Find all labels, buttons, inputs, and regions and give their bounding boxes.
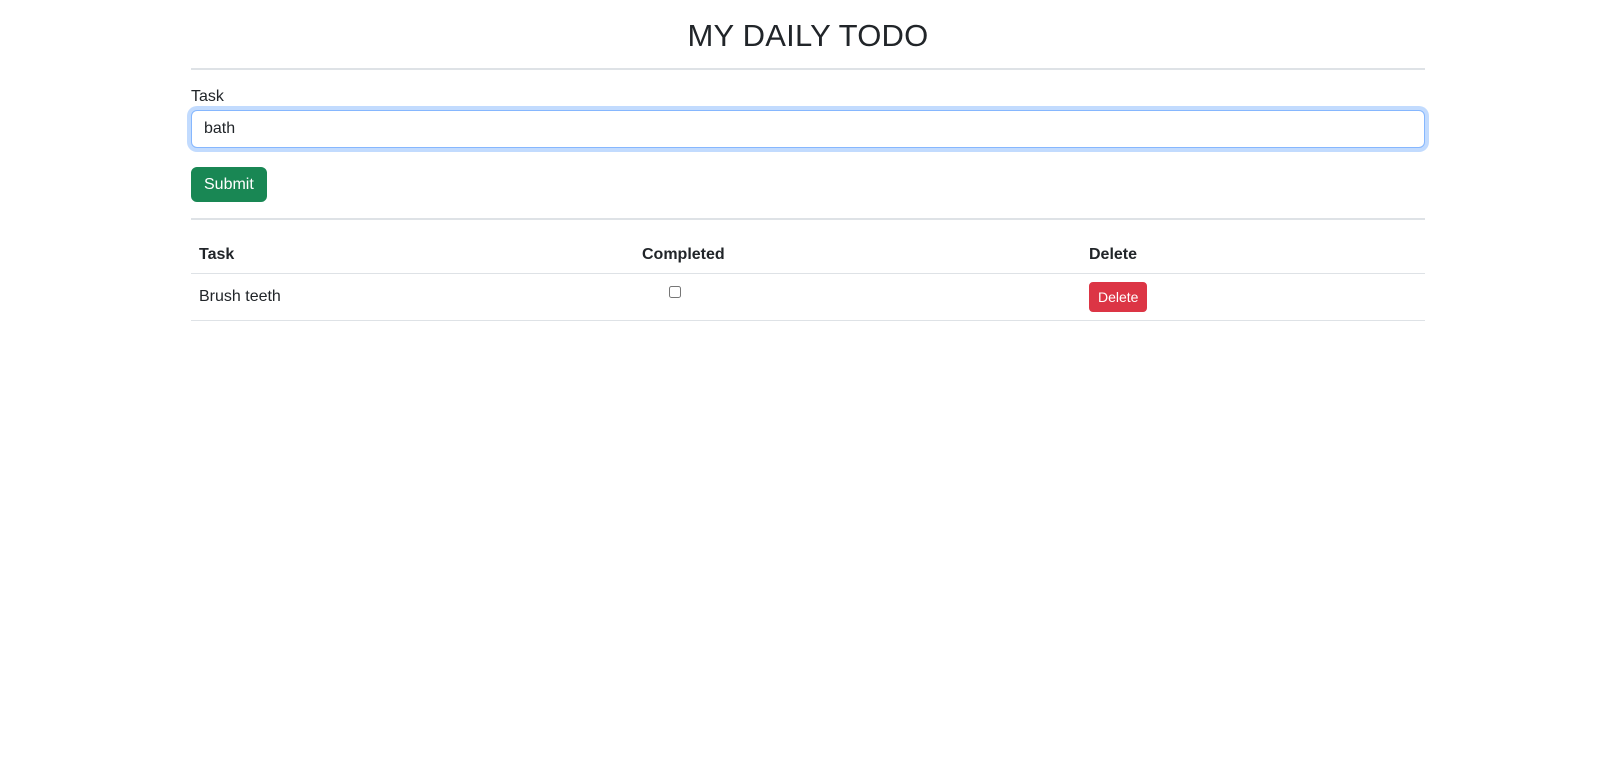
task-table-head: Task Completed Delete bbox=[191, 236, 1425, 274]
todo-container: MY DAILY TODO Task Submit Task Completed… bbox=[191, 0, 1425, 321]
page: MY DAILY TODO Task Submit Task Completed… bbox=[0, 0, 1609, 759]
column-header-completed: Completed bbox=[634, 236, 1081, 274]
completed-cell bbox=[634, 273, 1081, 321]
task-label: Task bbox=[191, 88, 224, 105]
task-form: Task Submit bbox=[191, 87, 1425, 202]
page-title: MY DAILY TODO bbox=[687, 18, 929, 53]
delete-cell: Delete bbox=[1081, 273, 1425, 321]
task-name-cell: Brush teeth bbox=[191, 273, 634, 321]
delete-button[interactable]: Delete bbox=[1089, 282, 1148, 312]
completed-checkbox[interactable] bbox=[669, 286, 681, 298]
table-header-row: Task Completed Delete bbox=[191, 236, 1425, 274]
task-table-body: Brush teeth Delete bbox=[191, 273, 1425, 321]
divider-mid bbox=[191, 218, 1425, 220]
task-table: Task Completed Delete Brush teeth Delete bbox=[191, 236, 1425, 321]
column-header-delete: Delete bbox=[1081, 236, 1425, 274]
table-row: Brush teeth Delete bbox=[191, 273, 1425, 321]
column-header-task: Task bbox=[191, 236, 634, 274]
task-input[interactable] bbox=[191, 110, 1425, 148]
divider-top bbox=[191, 68, 1425, 70]
submit-button[interactable]: Submit bbox=[191, 167, 267, 202]
